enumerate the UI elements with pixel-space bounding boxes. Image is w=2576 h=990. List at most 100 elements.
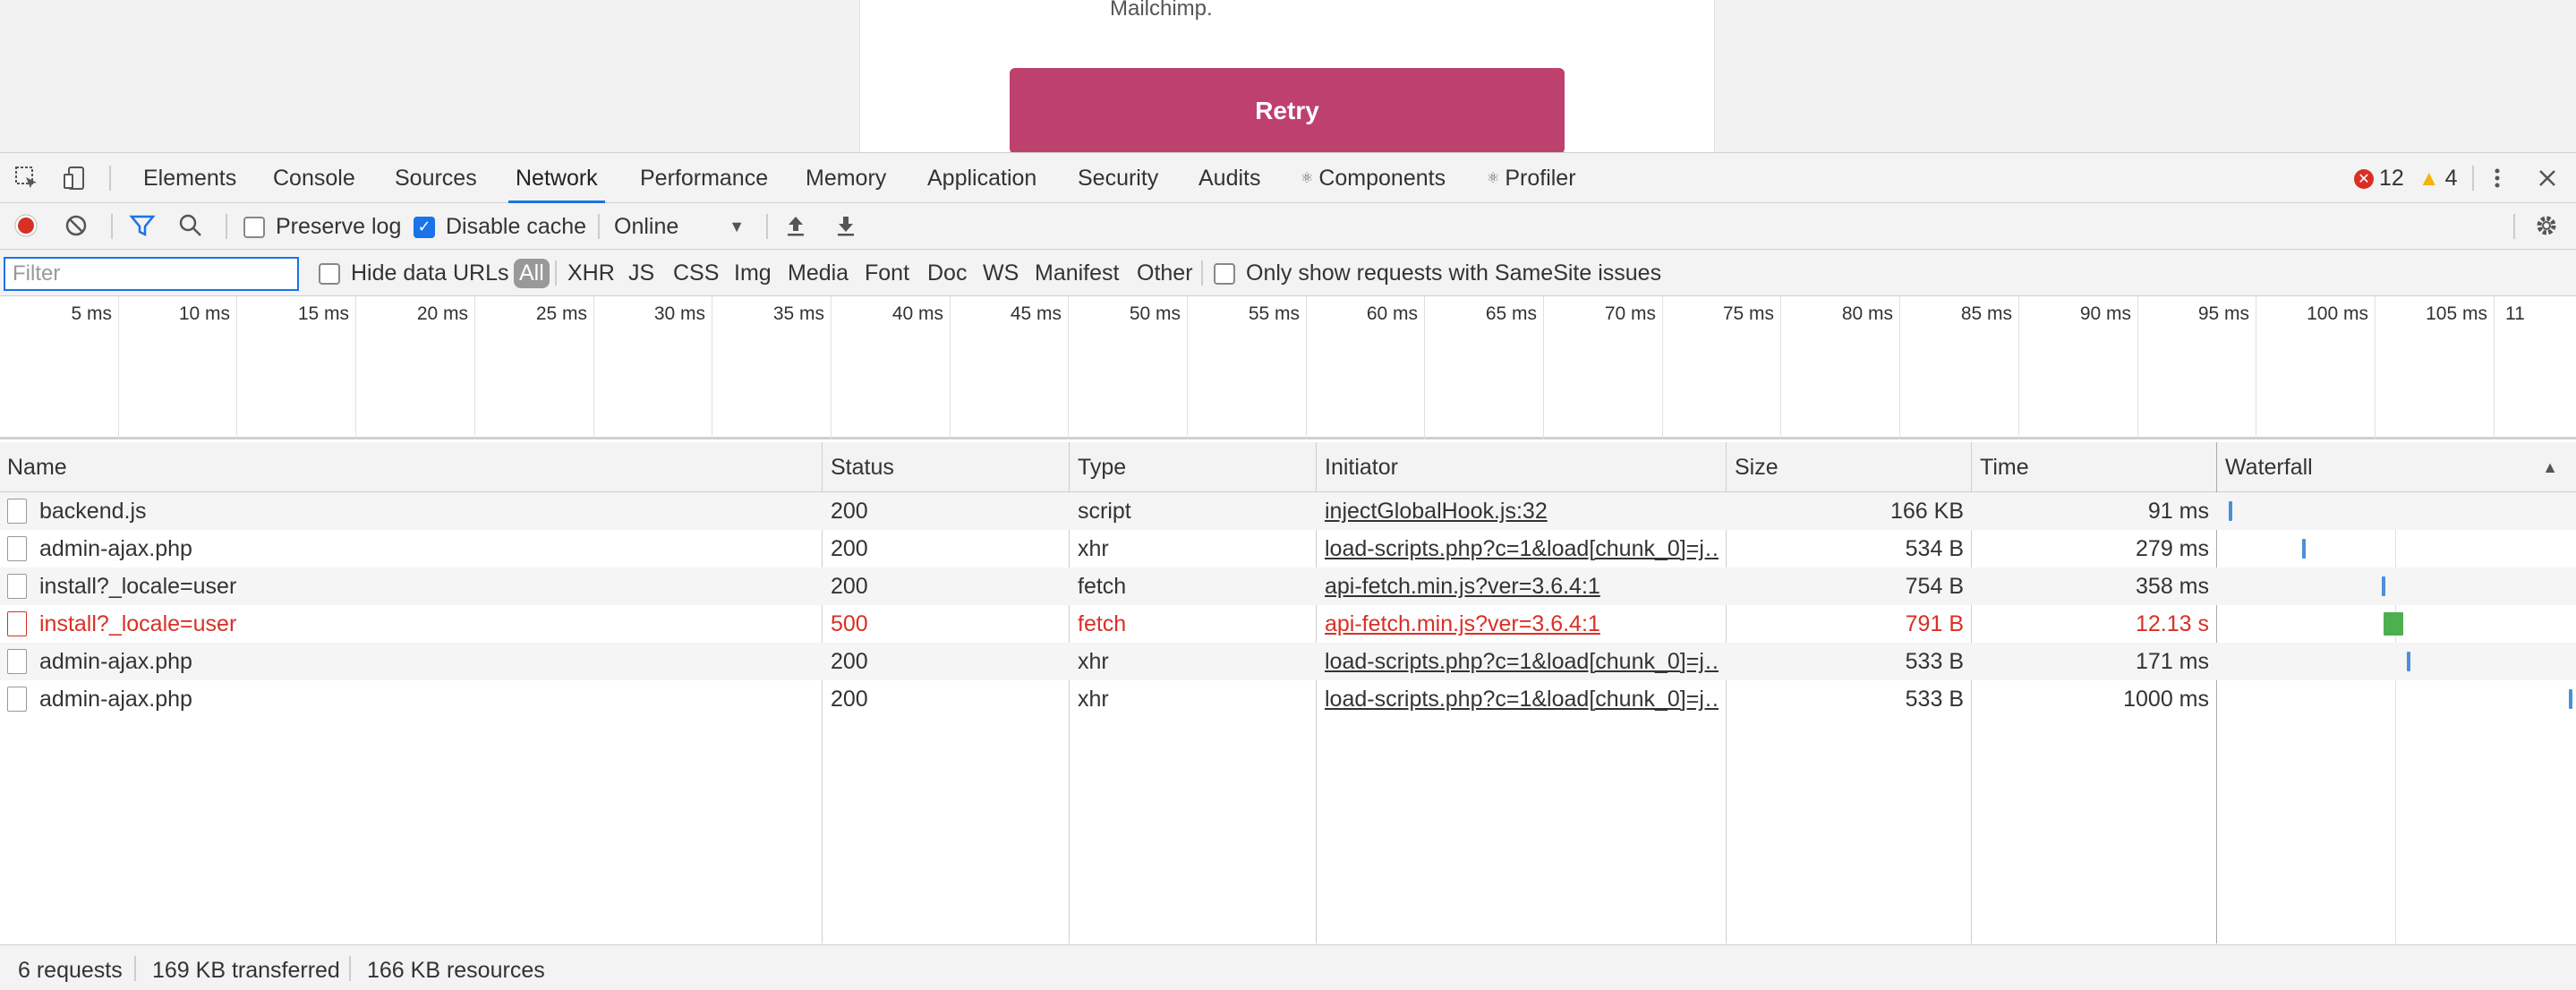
statusbar-divider bbox=[134, 956, 136, 981]
cell-time: 91 ms bbox=[2147, 498, 2209, 524]
throttling-select[interactable]: Online ▼ bbox=[614, 214, 745, 240]
tab-audits[interactable]: Audits bbox=[1198, 153, 1260, 203]
request-name: install?_locale=user bbox=[39, 610, 237, 636]
samesite-toggle[interactable]: Only show requests with SameSite issues bbox=[1214, 260, 1661, 286]
table-row[interactable]: admin-ajax.php 200 xhr load-scripts.php?c=1… bbox=[0, 643, 2576, 680]
disable-cache-toggle[interactable]: ✓ Disable cache bbox=[414, 214, 586, 240]
cell-type: fetch bbox=[1078, 610, 1127, 636]
request-table-header: Name Status Type Initiator Size Time Wat… bbox=[0, 442, 2576, 492]
cell-name: admin-ajax.php bbox=[7, 530, 813, 568]
type-filter-xhr[interactable]: XHR bbox=[567, 260, 615, 286]
cell-status: 200 bbox=[831, 535, 868, 561]
table-row[interactable]: backend.js 200 script injectGlobalHook.js:3… bbox=[0, 492, 2576, 530]
tab-profiler[interactable]: ⚛ Profiler bbox=[1487, 153, 1576, 203]
error-count: 12 bbox=[2379, 166, 2404, 191]
error-counter[interactable]: ✕ 12 ▲ 4 bbox=[2354, 166, 2457, 192]
table-row[interactable]: admin-ajax.php 200 xhr load-scripts.php?c=1… bbox=[0, 530, 2576, 568]
column-header-size[interactable]: Size bbox=[1727, 442, 1971, 492]
table-row[interactable]: install?_locale=user 500 fetch api-fetch.mi… bbox=[0, 605, 2576, 643]
cell-time: 1000 ms bbox=[2123, 686, 2209, 712]
network-toolbar: Preserve log ✓ Disable cache Online ▼ bbox=[0, 203, 2576, 250]
cell-initiator[interactable]: api-fetch.min.js?ver=3.6.4:1 bbox=[1325, 568, 1719, 605]
filter-input[interactable] bbox=[4, 257, 299, 291]
column-header-initiator[interactable]: Initiator bbox=[1318, 442, 1726, 492]
cell-initiator[interactable]: load-scripts.php?c=1&load[chunk_0]=j… bbox=[1325, 680, 1719, 718]
column-header-name[interactable]: Name bbox=[0, 442, 822, 492]
type-filter-other[interactable]: Other bbox=[1137, 260, 1193, 286]
column-header-type[interactable]: Type bbox=[1070, 442, 1316, 492]
type-filter-media[interactable]: Media bbox=[788, 260, 849, 286]
cell-name: admin-ajax.php bbox=[7, 643, 813, 680]
waterfall-bar[interactable] bbox=[2382, 576, 2386, 596]
more-options-icon[interactable] bbox=[2483, 164, 2512, 192]
tab-application[interactable]: Application bbox=[927, 153, 1036, 203]
type-filter-doc[interactable]: Doc bbox=[927, 260, 967, 286]
waterfall-bar[interactable] bbox=[2384, 612, 2404, 636]
file-icon bbox=[7, 574, 27, 599]
filter-icon[interactable] bbox=[129, 212, 156, 243]
search-icon[interactable] bbox=[177, 212, 204, 243]
close-icon[interactable] bbox=[2533, 164, 2562, 192]
preserve-log-checkbox[interactable] bbox=[243, 216, 265, 238]
type-filter-ws[interactable]: WS bbox=[983, 260, 1019, 286]
cell-initiator[interactable]: load-scripts.php?c=1&load[chunk_0]=j… bbox=[1325, 643, 1719, 680]
table-row[interactable]: install?_locale=user 200 fetch api-fetch.mi… bbox=[0, 568, 2576, 605]
cell-size: 533 B bbox=[1905, 648, 1964, 674]
tab-profiler-label: Profiler bbox=[1505, 165, 1576, 191]
tab-performance[interactable]: Performance bbox=[640, 153, 768, 203]
toolbar-divider bbox=[766, 214, 768, 239]
settings-gear-icon[interactable] bbox=[2533, 212, 2560, 243]
resources-size: 166 KB resources bbox=[367, 958, 545, 983]
disable-cache-checkbox[interactable]: ✓ bbox=[414, 216, 435, 238]
tab-memory[interactable]: Memory bbox=[806, 153, 886, 203]
cell-status: 200 bbox=[831, 573, 868, 599]
cell-type: xhr bbox=[1078, 535, 1109, 561]
request-table: Name Status Type Initiator Size Time Wat… bbox=[0, 442, 2576, 943]
record-icon[interactable] bbox=[13, 212, 39, 243]
column-header-time[interactable]: Time bbox=[1973, 442, 2216, 492]
tab-security[interactable]: Security bbox=[1078, 153, 1158, 203]
type-filter-css[interactable]: CSS bbox=[673, 260, 719, 286]
tab-components[interactable]: ⚛ Components bbox=[1301, 153, 1446, 203]
tab-elements[interactable]: Elements bbox=[143, 153, 236, 203]
type-filter-manifest[interactable]: Manifest bbox=[1035, 260, 1119, 286]
cell-initiator[interactable]: injectGlobalHook.js:32 bbox=[1325, 492, 1719, 530]
file-icon bbox=[7, 687, 27, 712]
cell-status: 200 bbox=[831, 648, 868, 674]
devtools-panel: Elements Console Sources Network Perform… bbox=[0, 152, 2576, 990]
preserve-log-toggle[interactable]: Preserve log bbox=[243, 214, 401, 240]
retry-button[interactable]: Retry bbox=[1010, 68, 1565, 152]
tab-sources[interactable]: Sources bbox=[395, 153, 477, 203]
samesite-checkbox[interactable] bbox=[1214, 262, 1235, 285]
tab-network[interactable]: Network bbox=[508, 153, 605, 203]
cell-initiator[interactable]: load-scripts.php?c=1&load[chunk_0]=j… bbox=[1325, 530, 1719, 568]
hide-data-urls-checkbox[interactable] bbox=[319, 262, 340, 285]
clear-icon[interactable] bbox=[63, 212, 90, 243]
device-toolbar-icon[interactable] bbox=[61, 164, 90, 192]
cell-name: install?_locale=user bbox=[7, 605, 813, 643]
column-header-waterfall[interactable]: Waterfall ▲ bbox=[2218, 442, 2576, 492]
tab-console[interactable]: Console bbox=[273, 153, 355, 203]
page-text-fragment: Mailchimp. bbox=[1110, 0, 1213, 21]
waterfall-bar[interactable] bbox=[2228, 501, 2232, 521]
inspect-element-icon[interactable] bbox=[13, 164, 41, 192]
waterfall-bar[interactable] bbox=[2301, 539, 2306, 559]
cell-initiator[interactable]: api-fetch.min.js?ver=3.6.4:1 bbox=[1325, 605, 1719, 643]
network-overview-timeline[interactable]: 5 ms 10 ms 15 ms 20 ms 25 ms 30 ms 35 ms 40 ms 4… bbox=[0, 296, 2576, 440]
column-header-status[interactable]: Status bbox=[823, 442, 1069, 492]
type-filter-font[interactable]: Font bbox=[865, 260, 909, 286]
transferred-size: 169 KB transferred bbox=[152, 958, 340, 983]
import-har-icon[interactable] bbox=[782, 212, 809, 243]
network-filterbar: Hide data URLs All XHR JS CSS Img Media … bbox=[0, 250, 2576, 296]
export-har-icon[interactable] bbox=[832, 212, 859, 243]
waterfall-bar[interactable] bbox=[2406, 652, 2410, 671]
type-filter-img[interactable]: Img bbox=[734, 260, 772, 286]
table-row[interactable]: admin-ajax.php 200 xhr load-scripts.php?c=1… bbox=[0, 680, 2576, 718]
type-filter-js[interactable]: JS bbox=[628, 260, 654, 286]
hide-data-urls-label: Hide data URLs bbox=[351, 260, 509, 286]
request-name: admin-ajax.php bbox=[39, 535, 192, 561]
type-filter-all[interactable]: All bbox=[514, 259, 550, 288]
waterfall-bar[interactable] bbox=[2569, 689, 2573, 709]
network-statusbar: 6 requests 169 KB transferred 166 KB res… bbox=[0, 944, 2576, 990]
hide-data-urls-toggle[interactable]: Hide data URLs bbox=[319, 260, 508, 286]
